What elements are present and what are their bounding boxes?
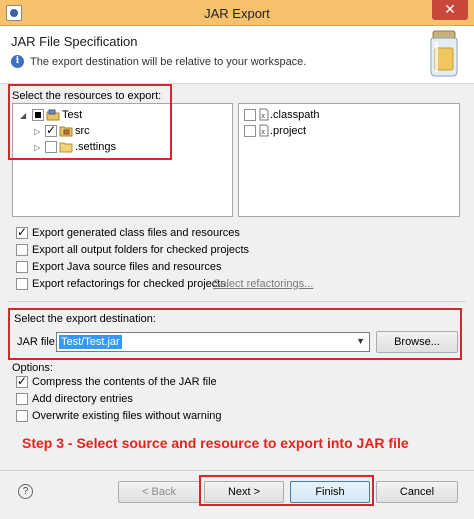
- option-export-refactorings[interactable]: Export refactorings for checked projects…: [16, 277, 229, 293]
- checkbox-export-refactorings[interactable]: [16, 278, 28, 290]
- checkbox-export-java-source[interactable]: [16, 261, 28, 273]
- file-item-project[interactable]: x .project: [239, 124, 459, 140]
- jar-icon: [430, 30, 458, 77]
- highlight-box-buttons: [199, 475, 374, 506]
- svg-text:x: x: [261, 128, 265, 136]
- options-label: Options:: [12, 362, 53, 374]
- checkbox-export-output-folders[interactable]: [16, 244, 28, 256]
- option-export-java-source[interactable]: Export Java source files and resources: [16, 260, 416, 276]
- option-overwrite[interactable]: Overwrite existing files without warning: [16, 409, 416, 425]
- info-icon: i: [11, 55, 24, 68]
- select-refactorings-link[interactable]: Select refactorings...: [213, 278, 313, 290]
- file-item-classpath[interactable]: x .classpath: [239, 108, 459, 124]
- help-icon[interactable]: ?: [18, 484, 33, 499]
- checkbox-export-class-files[interactable]: [16, 225, 28, 239]
- title-bar: JAR Export ✕: [0, 0, 474, 26]
- option-export-class-files[interactable]: Export generated class files and resourc…: [16, 225, 416, 242]
- back-button[interactable]: < Back: [118, 481, 200, 503]
- separator: [8, 301, 466, 302]
- option-label: Compress the contents of the JAR file: [32, 376, 217, 388]
- option-label: Add directory entries: [32, 393, 133, 405]
- option-add-directory-entries[interactable]: Add directory entries: [16, 392, 416, 408]
- file-item-label: .classpath: [270, 109, 320, 121]
- file-item-label: .project: [270, 125, 307, 137]
- option-label: Overwrite existing files without warning: [32, 410, 222, 422]
- checkbox-overwrite[interactable]: [16, 410, 28, 422]
- separator: [0, 470, 474, 471]
- svg-text:x: x: [261, 112, 265, 120]
- checkbox-compress[interactable]: [16, 374, 28, 388]
- option-label: Export generated class files and resourc…: [32, 227, 240, 239]
- wizard-header: JAR File Specification i The export dest…: [0, 26, 474, 84]
- jar-export-dialog: JAR Export ✕ JAR File Specification i Th…: [0, 0, 474, 519]
- close-button[interactable]: ✕: [432, 0, 468, 20]
- window-title: JAR Export: [204, 6, 270, 21]
- cancel-button[interactable]: Cancel: [376, 481, 458, 503]
- option-compress[interactable]: Compress the contents of the JAR file: [16, 374, 416, 391]
- highlight-box-resources: [8, 84, 172, 160]
- option-label: Export refactorings for checked projects…: [32, 278, 229, 290]
- xml-file-icon: x: [259, 124, 269, 137]
- option-label: Export all output folders for checked pr…: [32, 244, 250, 256]
- page-title: JAR File Specification: [11, 34, 138, 49]
- header-message: The export destination will be relative …: [30, 56, 307, 68]
- step-annotation: Step 3 - Select source and resource to e…: [22, 435, 409, 451]
- checkbox-add-directory-entries[interactable]: [16, 393, 28, 405]
- xml-file-icon: x: [259, 108, 269, 121]
- highlight-box-destination: [8, 308, 462, 360]
- file-list[interactable]: x .classpath x .project: [238, 103, 460, 217]
- option-export-output-folders[interactable]: Export all output folders for checked pr…: [16, 243, 416, 259]
- option-label: Export Java source files and resources: [32, 261, 222, 273]
- file-checkbox-project[interactable]: [244, 125, 256, 137]
- file-checkbox-classpath[interactable]: [244, 109, 256, 121]
